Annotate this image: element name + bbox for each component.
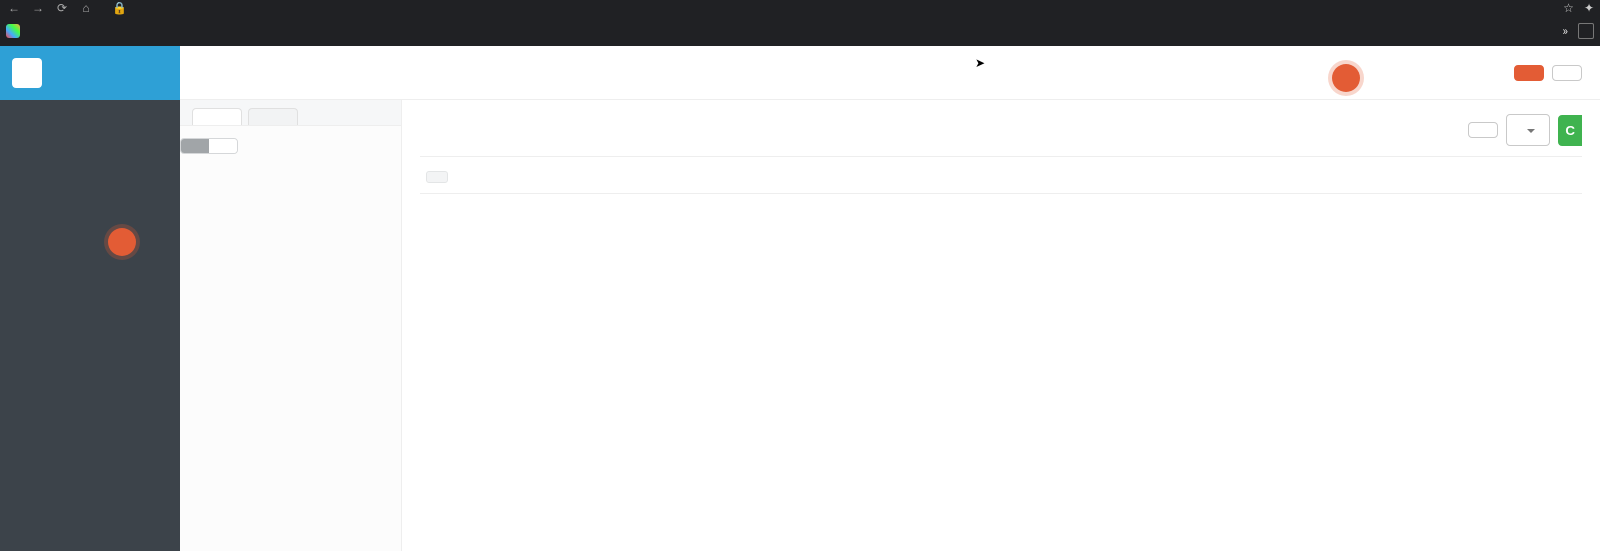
annotation-badge-2 (1332, 64, 1360, 92)
editor-gutter (420, 194, 434, 218)
editor-code[interactable] (434, 194, 442, 218)
details-toggle[interactable] (181, 139, 209, 153)
chevron-down-icon (1527, 129, 1535, 137)
tab-inactive[interactable] (248, 108, 298, 125)
brand-mark (12, 58, 42, 88)
star-icon[interactable]: ☆ (1563, 1, 1574, 15)
trigger-label (426, 171, 448, 183)
back-icon[interactable]: ← (6, 1, 22, 15)
annotation-badge-1 (108, 228, 136, 256)
brand-logo[interactable] (0, 46, 180, 100)
edit-button[interactable] (1468, 122, 1498, 138)
bookmarks-more[interactable]: » (1562, 24, 1568, 38)
details-summary-toggle (180, 138, 238, 154)
lock-icon: 🔒 (112, 1, 127, 15)
tab-active[interactable] (192, 108, 242, 125)
reading-list-icon[interactable] (1578, 23, 1594, 39)
apps-shortcut[interactable] (6, 24, 26, 38)
forward-icon[interactable]: → (30, 1, 46, 15)
add-new-service-button[interactable] (1514, 65, 1544, 81)
test-services-button[interactable] (1552, 65, 1582, 81)
browser-toolbar: ← → ⟳ ⌂ 🔒 ☆ ✦ (0, 0, 1600, 16)
summary-toggle[interactable] (209, 139, 237, 153)
extensions-icon[interactable]: ✦ (1584, 1, 1594, 15)
reload-icon[interactable]: ⟳ (54, 1, 70, 15)
service-tabs (180, 100, 401, 126)
cursor-icon: ➤ (975, 56, 985, 70)
bookmarks-bar: » (0, 16, 1600, 46)
more-button[interactable] (1506, 114, 1550, 146)
address-bar[interactable]: 🔒 (112, 1, 133, 15)
apps-icon (6, 24, 20, 38)
code-editor[interactable] (420, 193, 1582, 218)
home-icon[interactable]: ⌂ (78, 1, 94, 15)
run-button[interactable]: C (1558, 115, 1582, 146)
